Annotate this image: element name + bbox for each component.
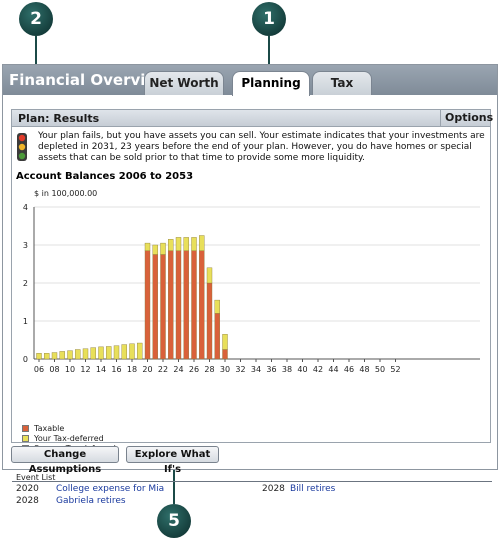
event-year: 2020 bbox=[16, 484, 39, 494]
x-tick-label: 14 bbox=[96, 365, 106, 374]
x-tick-label: 12 bbox=[80, 365, 90, 374]
bar-segment-your-tax-deferred bbox=[199, 235, 205, 251]
bar-segment-taxable bbox=[222, 349, 228, 360]
bar-segment-your-tax-deferred bbox=[98, 346, 104, 360]
event-year: 2028 bbox=[16, 496, 39, 506]
x-tick-label: 44 bbox=[328, 365, 338, 374]
window-titlebar: Financial Overview Net Worth Planning Ta… bbox=[3, 65, 497, 96]
bar-segment-your-tax-deferred bbox=[106, 346, 112, 360]
bar-segment-your-tax-deferred bbox=[168, 239, 174, 251]
bar-segment-your-tax-deferred bbox=[152, 244, 158, 255]
x-tick-label: 18 bbox=[127, 365, 137, 374]
x-tick-label: 48 bbox=[359, 365, 369, 374]
x-tick-label: 22 bbox=[158, 365, 168, 374]
x-tick-label: 36 bbox=[266, 365, 276, 374]
x-tick-label: 24 bbox=[173, 365, 183, 374]
bar-segment-your-tax-deferred bbox=[67, 350, 73, 360]
y-tick-label: 3 bbox=[23, 241, 28, 250]
x-tick-label: 26 bbox=[189, 365, 199, 374]
y-tick-label: 2 bbox=[23, 279, 28, 288]
chart-unit-label: $ in 100,000.00 bbox=[34, 189, 98, 198]
event-list: 2020 College expense for Mia 2028 Bill r… bbox=[12, 481, 492, 506]
x-tick-label: 38 bbox=[282, 365, 292, 374]
callout-2: 2 bbox=[19, 2, 53, 36]
plan-results-header: Plan: Results Options ▾ bbox=[11, 109, 493, 141]
panel-title: Plan: Results bbox=[18, 112, 100, 125]
x-tick-label: 40 bbox=[297, 365, 307, 374]
legend-label-taxable: Taxable bbox=[34, 423, 65, 433]
bar-segment-taxable bbox=[152, 254, 158, 360]
chart-title: Account Balances 2006 to 2053 bbox=[16, 171, 194, 182]
bar-segment-your-tax-deferred bbox=[59, 351, 65, 360]
legend-swatch-taxable bbox=[22, 424, 29, 432]
event-year: 2028 bbox=[262, 484, 285, 494]
x-tick-label: 20 bbox=[142, 365, 152, 374]
bar-segment-your-tax-deferred bbox=[113, 345, 120, 360]
x-tick-label: 50 bbox=[375, 365, 385, 374]
bar-segment-your-tax-deferred bbox=[222, 334, 228, 350]
legend-item-your-tax-deferred: Your Tax-deferred bbox=[22, 433, 116, 443]
bar-segment-your-tax-deferred bbox=[175, 237, 182, 251]
tab-tax[interactable]: Tax bbox=[312, 71, 372, 95]
bar-segment-your-tax-deferred bbox=[44, 353, 50, 360]
event-link-gabriela-retires[interactable]: Gabriela retires bbox=[56, 496, 126, 506]
bar-segment-your-tax-deferred bbox=[206, 267, 213, 284]
bar-segment-taxable bbox=[144, 250, 151, 360]
bar-segment-your-tax-deferred bbox=[160, 242, 166, 255]
bar-segment-taxable bbox=[199, 250, 205, 360]
bar-segment-your-tax-deferred bbox=[121, 344, 127, 360]
explore-what-ifs-button[interactable]: Explore What If's bbox=[126, 446, 219, 475]
legend-label-your-tax-deferred: Your Tax-deferred bbox=[34, 433, 104, 443]
event-link-bill-retires[interactable]: Bill retires bbox=[290, 484, 335, 494]
x-tick-label: 42 bbox=[313, 365, 323, 374]
tab-net-worth[interactable]: Net Worth bbox=[144, 71, 224, 95]
bar-segment-your-tax-deferred bbox=[191, 237, 197, 251]
bar-segment-your-tax-deferred bbox=[129, 343, 135, 360]
bar-segment-taxable bbox=[191, 250, 197, 360]
x-tick-label: 06 bbox=[34, 365, 44, 374]
options-menu-button[interactable]: Options ▾ bbox=[440, 109, 493, 141]
bar-segment-your-tax-deferred bbox=[90, 347, 96, 360]
y-tick-label: 1 bbox=[23, 317, 28, 326]
y-tick-label: 0 bbox=[23, 355, 28, 364]
bar-segment-your-tax-deferred bbox=[144, 242, 151, 251]
legend-item-taxable: Taxable bbox=[22, 423, 116, 433]
bar-segment-taxable bbox=[160, 254, 166, 360]
plan-results-content: Your plan fails, but you have assets you… bbox=[11, 127, 492, 506]
account-balances-chart: 0123406 08 10 12 14 16 18 20 22 24 26 28 30 32 34 36 38 4… bbox=[23, 203, 480, 374]
x-tick-label: 52 bbox=[390, 365, 400, 374]
x-tick-label: 30 bbox=[220, 365, 230, 374]
callout-5: 5 bbox=[157, 504, 191, 538]
plan-status-message: Your plan fails, but you have assets you… bbox=[38, 131, 485, 163]
bar-segment-taxable bbox=[183, 250, 189, 360]
bar-segment-your-tax-deferred bbox=[82, 348, 89, 360]
x-tick-label: 34 bbox=[251, 365, 261, 374]
bar-segment-your-tax-deferred bbox=[75, 349, 81, 360]
x-tick-label: 08 bbox=[49, 365, 59, 374]
event-link-college-expense[interactable]: College expense for Mia bbox=[56, 484, 164, 494]
bar-segment-taxable bbox=[206, 282, 213, 360]
financial-overview-window: Financial Overview Net Worth Planning Ta… bbox=[2, 64, 498, 506]
bar-segment-your-tax-deferred bbox=[137, 342, 143, 360]
callout-1: 1 bbox=[252, 2, 286, 36]
x-tick-label: 28 bbox=[204, 365, 214, 374]
x-tick-label: 10 bbox=[65, 365, 75, 374]
tab-planning[interactable]: Planning bbox=[232, 71, 310, 96]
x-tick-label: 16 bbox=[111, 365, 121, 374]
bar-segment-taxable bbox=[214, 313, 220, 360]
bar-segment-your-tax-deferred bbox=[51, 352, 58, 360]
legend-swatch-your-tax-deferred bbox=[22, 434, 29, 442]
x-tick-label: 46 bbox=[344, 365, 354, 374]
bar-segment-taxable bbox=[175, 250, 182, 360]
bar-segment-your-tax-deferred bbox=[183, 237, 189, 251]
bar-segment-taxable bbox=[168, 250, 174, 360]
traffic-light-icon bbox=[17, 133, 27, 161]
bar-segment-your-tax-deferred bbox=[214, 299, 220, 314]
change-assumptions-button[interactable]: Change Assumptions bbox=[11, 446, 119, 475]
y-tick-label: 4 bbox=[23, 203, 28, 212]
x-tick-label: 32 bbox=[235, 365, 245, 374]
bar-segment-your-tax-deferred bbox=[36, 353, 42, 360]
